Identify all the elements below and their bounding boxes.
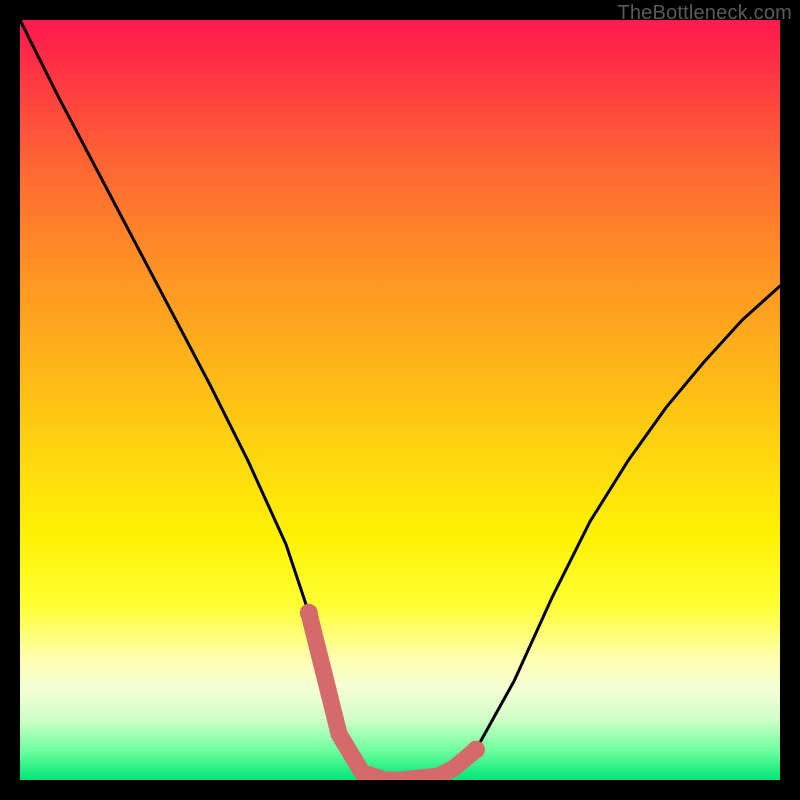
plot-area: [20, 20, 780, 780]
highlight-valley: [309, 613, 476, 780]
chart-svg: [20, 20, 780, 780]
bottleneck-curve: [20, 20, 780, 780]
highlight-dot: [467, 741, 485, 759]
watermark-text: TheBottleneck.com: [617, 2, 792, 25]
highlight-dot: [300, 604, 318, 622]
chart-frame: TheBottleneck.com: [0, 0, 800, 800]
